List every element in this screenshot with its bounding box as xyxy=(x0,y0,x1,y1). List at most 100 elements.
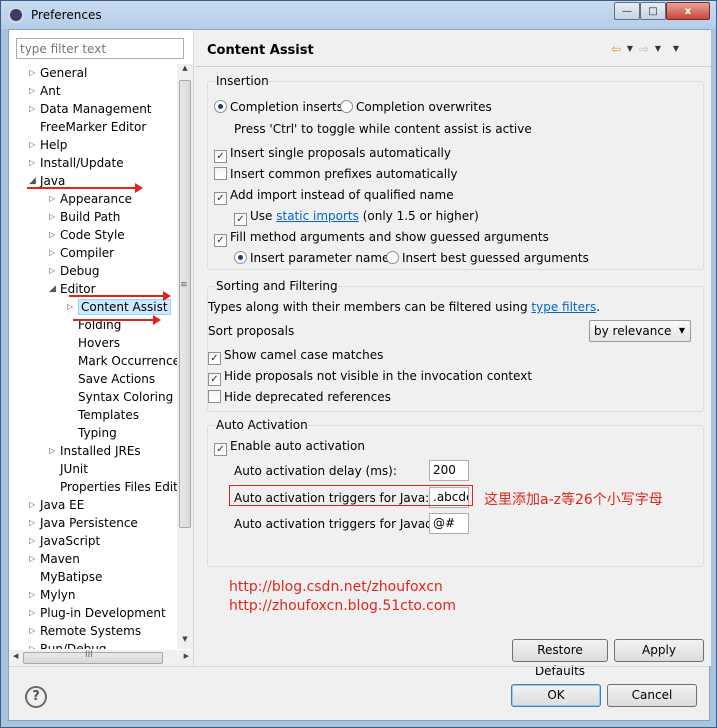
expand-icon[interactable]: ▷ xyxy=(29,82,37,100)
apply-button[interactable]: Apply xyxy=(614,639,704,662)
tree-item-label: Java EE xyxy=(40,498,85,512)
completion-overwrites-radio[interactable]: Completion overwrites xyxy=(340,99,492,115)
hscroll-grip-icon: III xyxy=(85,650,93,660)
tree-item[interactable]: ▷ Content Assist xyxy=(67,298,171,316)
scroll-left-icon[interactable]: ◀ xyxy=(13,652,18,660)
tree-item[interactable]: ▷ Appearance xyxy=(49,190,132,208)
tree-item[interactable]: Mark Occurrences xyxy=(78,352,177,370)
tree-item[interactable]: ▷ Debug xyxy=(49,262,99,280)
show-camel-checkbox[interactable]: ✓ Show camel case matches xyxy=(208,347,383,365)
expand-icon[interactable]: ▷ xyxy=(67,298,75,316)
tree-item[interactable]: ▷ Build Path xyxy=(49,208,120,226)
tree-item[interactable]: FreeMarker Editor xyxy=(40,118,146,136)
expand-icon[interactable]: ▷ xyxy=(49,226,57,244)
tree-horizontal-scrollbar[interactable]: ◀ III ▶ xyxy=(9,650,193,666)
ok-button[interactable]: OK xyxy=(511,684,601,707)
scroll-right-icon[interactable]: ▶ xyxy=(184,652,189,660)
no-children-icon xyxy=(67,370,75,388)
tree-item[interactable]: ▷ Java EE xyxy=(29,496,85,514)
tree-item[interactable]: ▷ General xyxy=(29,64,87,82)
back-dropdown-icon[interactable]: ▼ xyxy=(625,42,635,56)
expand-icon[interactable]: ▷ xyxy=(29,64,37,82)
expand-icon[interactable]: ▷ xyxy=(29,622,37,640)
tree-item[interactable]: Hovers xyxy=(78,334,120,352)
minimize-button[interactable]: — xyxy=(614,2,640,20)
tree-item[interactable]: Typing xyxy=(78,424,117,442)
hide-invisible-checkbox[interactable]: ✓ Hide proposals not visible in the invoc… xyxy=(208,368,532,386)
view-menu-icon[interactable]: ▼ xyxy=(671,42,681,56)
insert-common-checkbox[interactable]: Insert common prefixes automatically xyxy=(214,166,458,182)
tree-item[interactable]: ▷ Installed JREs xyxy=(49,442,141,460)
tree-item[interactable]: ▷ Install/Update xyxy=(29,154,124,172)
tree-item[interactable]: Properties Files Editor xyxy=(60,478,177,496)
expand-icon[interactable]: ▷ xyxy=(29,514,37,532)
tree-item[interactable]: ▷ Java Persistence xyxy=(29,514,138,532)
expand-icon[interactable]: ▷ xyxy=(49,262,57,280)
scroll-up-icon[interactable]: ▲ xyxy=(177,64,193,78)
maximize-button[interactable]: □ xyxy=(640,2,666,20)
expand-icon[interactable]: ▷ xyxy=(29,100,37,118)
add-import-checkbox[interactable]: ✓ Add import instead of qualified name xyxy=(214,187,454,205)
expand-icon[interactable]: ▷ xyxy=(29,136,37,154)
insertion-group-title: Insertion xyxy=(216,74,269,88)
tree-item[interactable]: JUnit xyxy=(60,460,88,478)
tree-item[interactable]: ▷ Run/Debug xyxy=(29,640,107,649)
static-imports-link[interactable]: static imports xyxy=(276,209,359,223)
title-bar[interactable]: Preferences — □ x xyxy=(1,1,716,29)
expand-icon[interactable]: ▷ xyxy=(49,208,57,226)
insert-single-checkbox[interactable]: ✓ Insert single proposals automatically xyxy=(214,145,451,163)
forward-icon[interactable]: ⇨ xyxy=(637,42,651,56)
tree-item[interactable]: ▷ Compiler xyxy=(49,244,114,262)
enable-auto-checkbox[interactable]: ✓ Enable auto activation xyxy=(214,438,365,456)
restore-defaults-button[interactable]: Restore Defaults xyxy=(512,639,608,678)
expand-icon[interactable]: ▷ xyxy=(29,550,37,568)
collapse-icon[interactable]: ◢ xyxy=(49,280,57,298)
sort-proposals-select[interactable]: by relevance ▼ xyxy=(589,320,691,342)
tree-item[interactable]: ▷ Help xyxy=(29,136,67,154)
expand-icon[interactable]: ▷ xyxy=(29,604,37,622)
expand-icon[interactable]: ▷ xyxy=(29,640,37,649)
back-icon[interactable]: ⇦ xyxy=(609,42,623,56)
hscroll-thumb[interactable] xyxy=(23,652,163,664)
expand-icon[interactable]: ▷ xyxy=(49,442,57,460)
filter-input[interactable] xyxy=(16,38,184,59)
tree-item[interactable]: ▷ Code Style xyxy=(49,226,125,244)
scroll-thumb[interactable] xyxy=(179,80,191,528)
radio-icon xyxy=(340,100,353,113)
expand-icon[interactable]: ▷ xyxy=(49,244,57,262)
tree-item[interactable]: Templates xyxy=(78,406,139,424)
expand-icon[interactable]: ▷ xyxy=(49,190,57,208)
tree-item[interactable]: ▷ Mylyn xyxy=(29,586,76,604)
cancel-button[interactable]: Cancel xyxy=(607,684,697,707)
expand-icon[interactable]: ▷ xyxy=(29,532,37,550)
tree-item[interactable]: MyBatipse xyxy=(40,568,102,586)
tree-vertical-scrollbar[interactable]: ▲ ≡ ▼ xyxy=(177,64,193,649)
tree-item[interactable]: ▷ Maven xyxy=(29,550,80,568)
chevron-down-icon: ▼ xyxy=(678,326,685,335)
tree-item[interactable]: ▷ Data Management xyxy=(29,100,152,118)
tree-item[interactable]: ▷ Plug-in Development xyxy=(29,604,166,622)
tree-item[interactable]: ▷ Ant xyxy=(29,82,61,100)
type-filters-link[interactable]: type filters xyxy=(531,300,596,314)
delay-input[interactable]: 200 xyxy=(429,460,469,481)
expand-icon[interactable]: ▷ xyxy=(29,496,37,514)
forward-dropdown-icon[interactable]: ▼ xyxy=(653,42,663,56)
insert-best-radio[interactable]: Insert best guessed arguments xyxy=(386,250,589,266)
tree-item[interactable]: Save Actions xyxy=(78,370,155,388)
scroll-down-icon[interactable]: ▼ xyxy=(177,635,193,649)
expand-icon[interactable]: ▷ xyxy=(29,154,37,172)
annotation-arrow-java xyxy=(27,183,143,193)
help-icon[interactable]: ? xyxy=(25,686,47,708)
completion-inserts-radio[interactable]: Completion inserts xyxy=(214,99,343,115)
expand-icon[interactable]: ▷ xyxy=(29,586,37,604)
use-static-imports-checkbox[interactable]: ✓ Use static imports (only 1.5 or higher) xyxy=(234,208,479,226)
tree-item[interactable]: ▷ JavaScript xyxy=(29,532,100,550)
close-button[interactable]: x xyxy=(666,2,710,20)
hide-deprecated-checkbox[interactable]: Hide deprecated references xyxy=(208,389,391,405)
tree-item[interactable]: Syntax Coloring xyxy=(78,388,173,406)
javadoc-triggers-input[interactable]: @# xyxy=(429,513,469,534)
insert-param-radio[interactable]: Insert parameter names xyxy=(234,250,396,266)
fill-method-checkbox[interactable]: ✓ Fill method arguments and show guessed … xyxy=(214,229,549,247)
tree-item[interactable]: ▷ Remote Systems xyxy=(29,622,141,640)
toggle-hint: Press 'Ctrl' to toggle while content ass… xyxy=(234,122,532,136)
